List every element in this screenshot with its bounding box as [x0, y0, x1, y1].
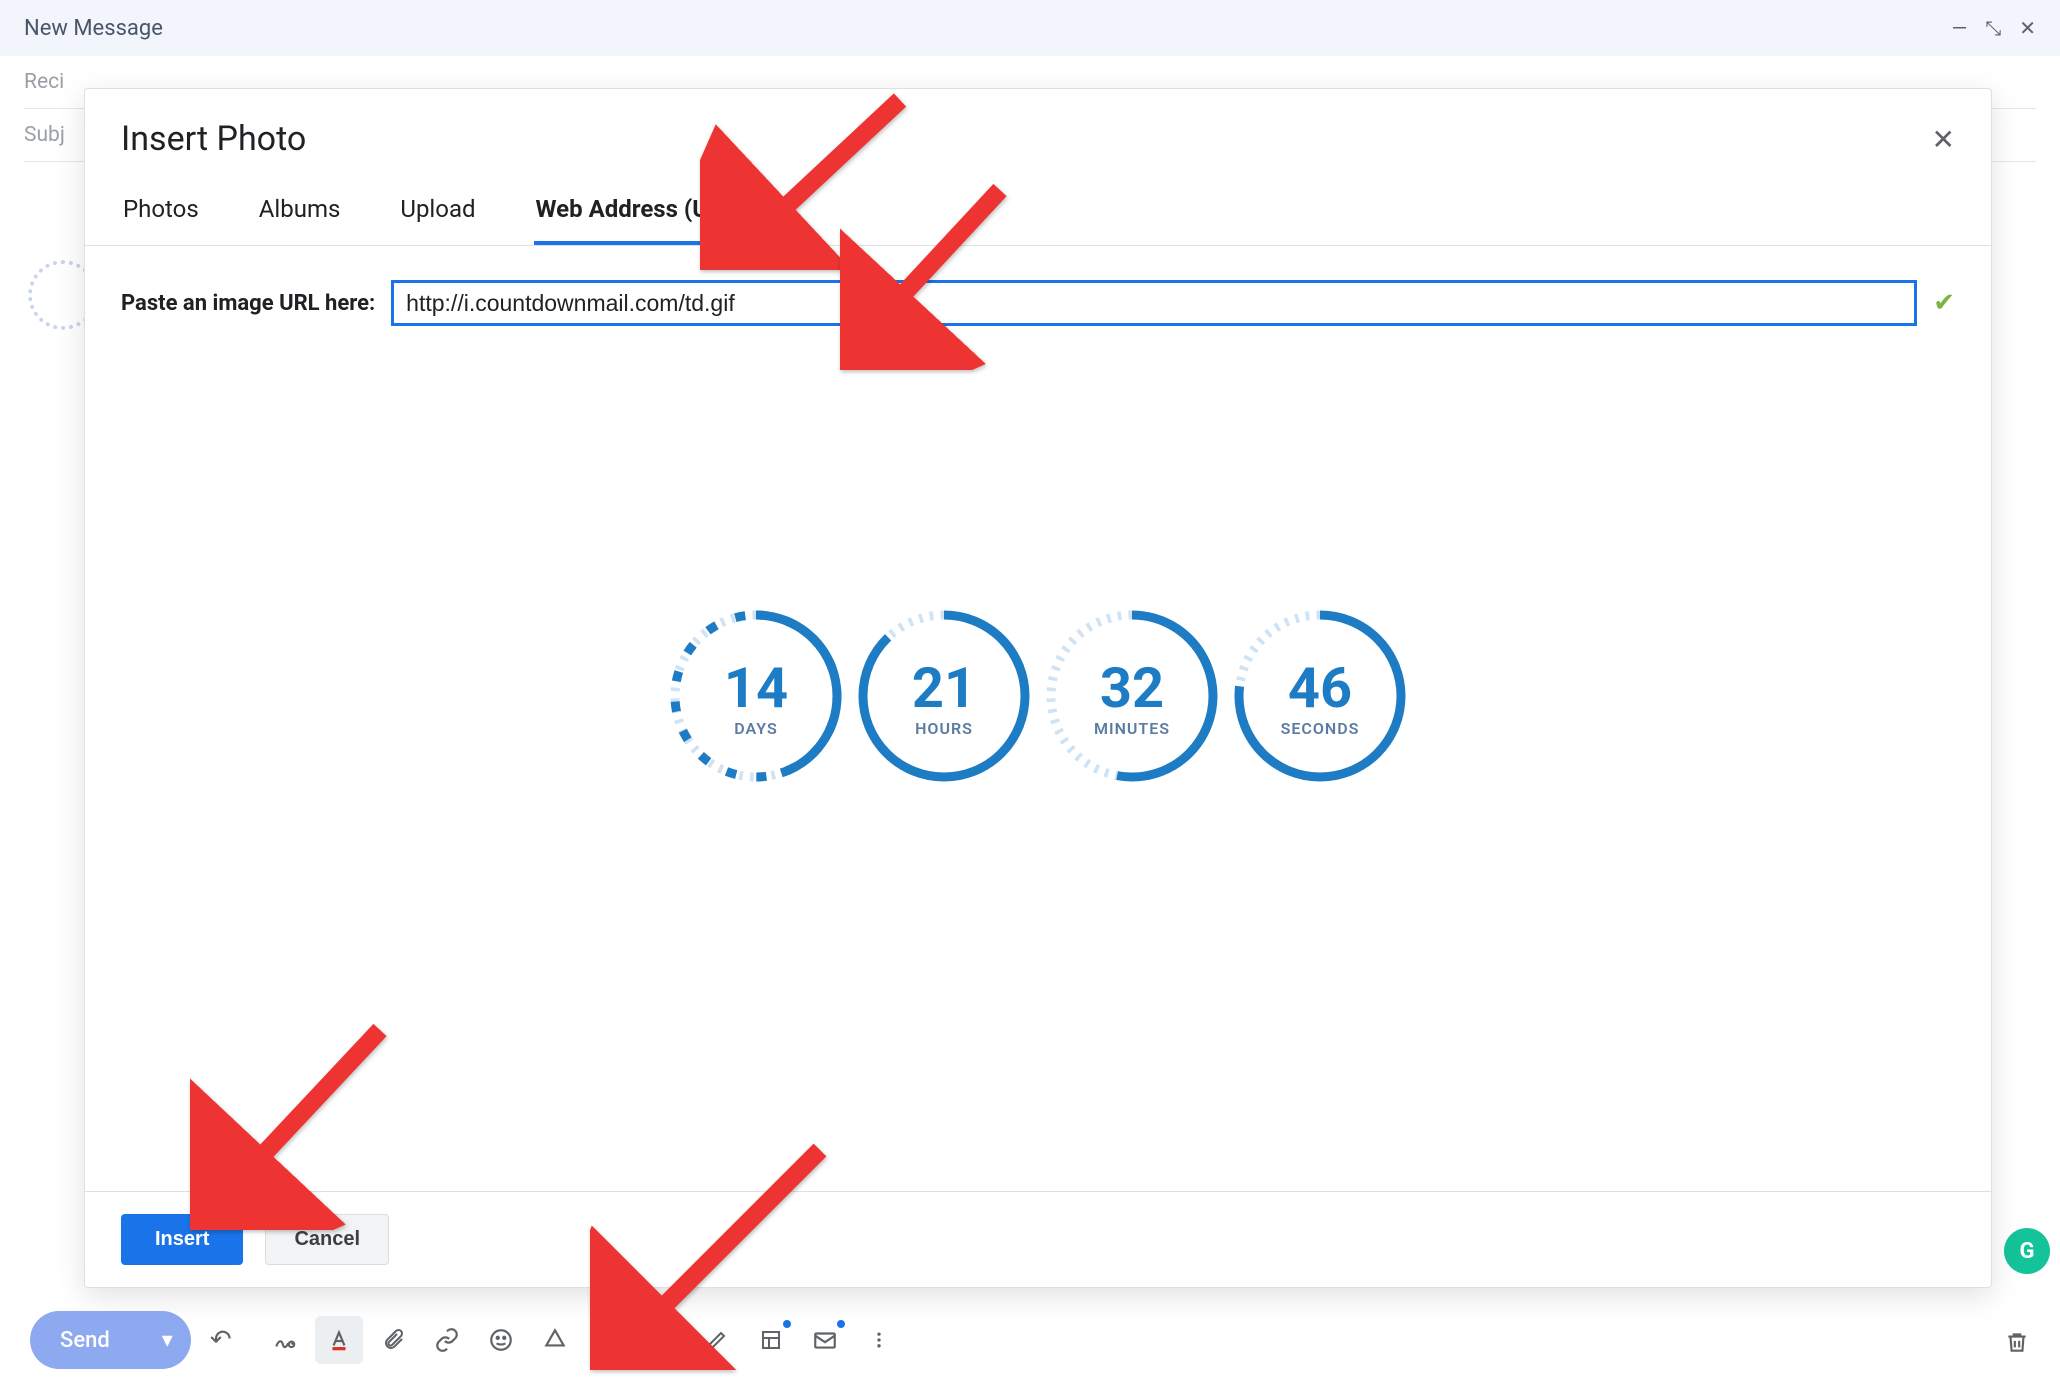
discard-draft-icon[interactable] [2004, 1329, 2030, 1362]
compose-window-controls: — ⤡ ✕ [1952, 16, 2036, 40]
drive-icon[interactable] [531, 1316, 579, 1364]
confidential-icon[interactable] [639, 1316, 687, 1364]
format-tools [261, 1316, 903, 1364]
image-icon[interactable] [585, 1316, 633, 1364]
popin-icon[interactable]: ⤡ [1985, 16, 2001, 40]
grammarly-icon[interactable]: G [2004, 1228, 2050, 1274]
url-input-label: Paste an image URL here: [121, 291, 375, 316]
tab-upload[interactable]: Upload [398, 189, 477, 245]
modal-close-icon[interactable]: ✕ [1932, 119, 1955, 156]
countdown-hours: 21 HOURS [854, 606, 1034, 786]
tab-albums[interactable]: Albums [257, 189, 343, 245]
countdown-seconds: 46 SECONDS [1230, 606, 1410, 786]
url-input[interactable] [391, 280, 1917, 326]
minimize-icon[interactable]: — [1952, 16, 1968, 40]
modal-title: Insert Photo [121, 119, 306, 159]
cancel-button[interactable]: Cancel [265, 1214, 389, 1265]
send-button-label[interactable]: Send [30, 1328, 144, 1353]
emoji-icon[interactable] [477, 1316, 525, 1364]
countdown-days: 14 DAYS [666, 606, 846, 786]
template-icon[interactable] [747, 1316, 795, 1364]
signature-icon[interactable] [261, 1316, 309, 1364]
image-preview: 14 DAYS 21 HOURS 32 MINUTES 46 SECONDS [121, 606, 1955, 786]
insert-button[interactable]: Insert [121, 1214, 243, 1265]
tab-web-address[interactable]: Web Address (URL) [534, 189, 747, 245]
text-format-icon[interactable] [315, 1316, 363, 1364]
countdown-minutes: 32 MINUTES [1042, 606, 1222, 786]
undo-icon[interactable]: ↶ [199, 1325, 243, 1355]
tab-photos[interactable]: Photos [121, 189, 201, 245]
compose-bottom-toolbar: Send ▾ ↶ [0, 1296, 2060, 1384]
send-button[interactable]: Send ▾ [30, 1311, 191, 1369]
valid-check-icon: ✔ [1933, 288, 1955, 318]
modal-tabs: Photos Albums Upload Web Address (URL) [85, 169, 1991, 246]
modal-header: Insert Photo ✕ [85, 89, 1991, 169]
url-input-row: Paste an image URL here: ✔ [121, 280, 1955, 326]
more-options-icon[interactable] [855, 1316, 903, 1364]
compose-title: New Message [24, 16, 163, 41]
schedule-mail-icon[interactable] [801, 1316, 849, 1364]
close-window-icon[interactable]: ✕ [2019, 16, 2036, 40]
modal-body: Paste an image URL here: ✔ 14 DAYS 21 HO… [85, 246, 1991, 1191]
compose-header: New Message — ⤡ ✕ [0, 0, 2060, 56]
send-dropdown-icon[interactable]: ▾ [144, 1328, 191, 1353]
modal-footer: Insert Cancel [85, 1191, 1991, 1287]
attachment-icon[interactable] [369, 1316, 417, 1364]
link-icon[interactable] [423, 1316, 471, 1364]
pen-icon[interactable] [693, 1316, 741, 1364]
insert-photo-modal: Insert Photo ✕ Photos Albums Upload Web … [84, 88, 1992, 1288]
